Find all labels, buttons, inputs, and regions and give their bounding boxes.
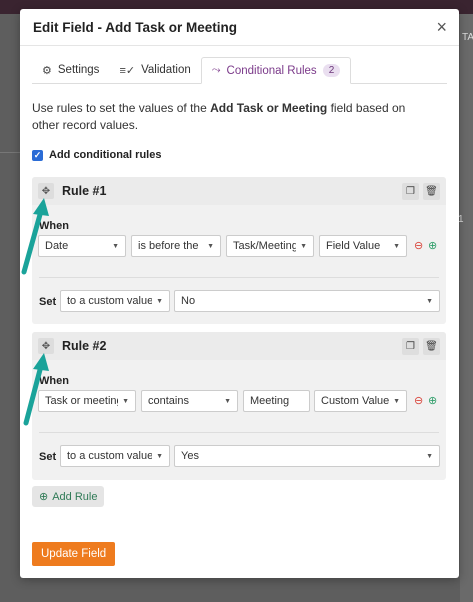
annotation-arrows	[21, 198, 49, 426]
arrow-to-rule-2-handle-icon	[23, 353, 49, 426]
arrow-to-rule-1-handle-icon	[21, 198, 49, 275]
